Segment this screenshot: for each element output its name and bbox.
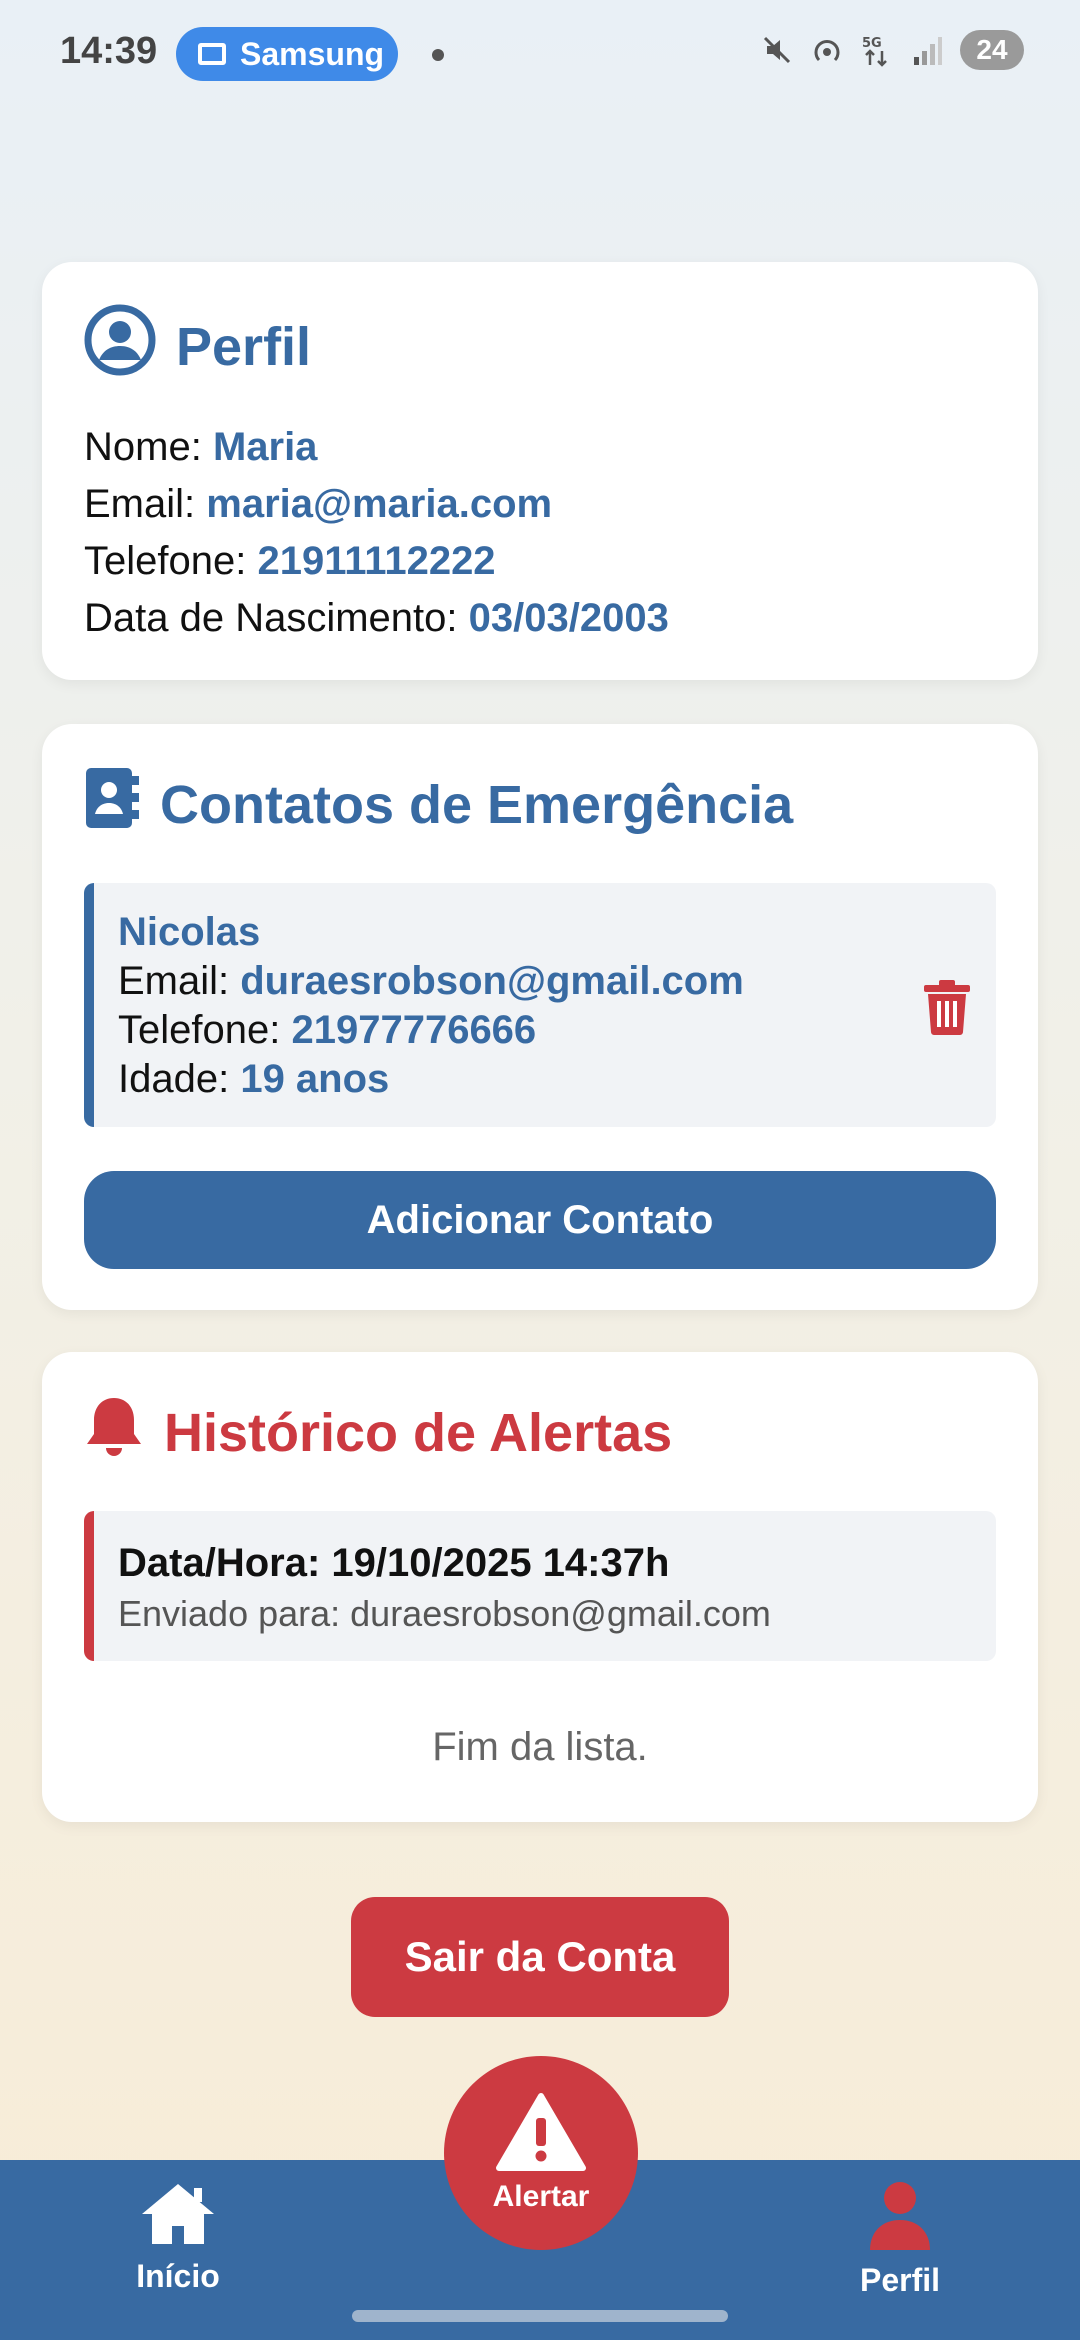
profile-email: maria@maria.com — [206, 482, 553, 526]
hotspot-icon — [810, 33, 844, 67]
nav-profile[interactable]: Perfil — [800, 2180, 1000, 2299]
logout-button[interactable]: Sair da Conta — [351, 1897, 729, 2017]
profile-name: Maria — [212, 425, 318, 469]
mute-icon — [760, 33, 794, 67]
profile-phone-label: Telefone: — [84, 539, 258, 583]
alert-list-item: Data/Hora: 19/10/2025 14:37h Enviado par… — [84, 1511, 996, 1661]
profile-card: Perfil Nome: Maria Email: maria@maria.co… — [42, 262, 1038, 680]
alerts-header: Histórico de Alertas — [84, 1394, 996, 1471]
home-indicator[interactable] — [352, 2310, 728, 2322]
home-icon — [142, 2184, 214, 2244]
alert-button-label: Alertar — [492, 2180, 590, 2213]
contact-age-row: Idade: 19 anos — [118, 1055, 996, 1104]
contact-age-label: Idade: — [118, 1057, 241, 1101]
contacts-header: Contatos de Emergência — [84, 766, 996, 843]
contact-email: duraesrobson@gmail.com — [240, 959, 744, 1003]
profile-birth-row: Data de Nascimento: 03/03/2003 — [84, 590, 996, 647]
alerts-history-card: Histórico de Alertas Data/Hora: 19/10/20… — [42, 1352, 1038, 1822]
contact-age: 19 anos — [240, 1057, 390, 1101]
screen-share-pill[interactable]: Samsung — [176, 27, 398, 81]
profile-title: Perfil — [176, 316, 312, 377]
user-circle-icon — [84, 304, 156, 389]
5g-icon: 5G — [860, 33, 894, 67]
status-icons: 5G 24 — [760, 30, 1024, 70]
contact-phone: 21977776666 — [291, 1008, 537, 1052]
monitor-icon — [198, 43, 226, 65]
add-contact-button[interactable]: Adicionar Contato — [84, 1171, 996, 1269]
status-time: 14:39 — [60, 30, 158, 72]
contact-list-item: Nicolas Email: duraesrobson@gmail.com Te… — [84, 883, 996, 1127]
end-of-list-text: Fim da lista. — [432, 1725, 648, 1769]
signal-icon — [910, 33, 944, 67]
alert-button[interactable]: Alertar — [444, 2056, 638, 2250]
battery-indicator: 24 — [960, 30, 1024, 70]
contact-email-label: Email: — [118, 959, 241, 1003]
alert-datetime: Data/Hora: 19/10/2025 14:37h — [118, 1541, 670, 1585]
emergency-contacts-card: Contatos de Emergência Nicolas Email: du… — [42, 724, 1038, 1310]
bell-icon — [84, 1394, 144, 1471]
contact-book-icon — [84, 766, 140, 843]
profile-birth-label: Data de Nascimento: — [84, 596, 469, 640]
profile-birth: 03/03/2003 — [468, 596, 669, 640]
nav-home[interactable]: Início — [78, 2180, 278, 2295]
nav-profile-label: Perfil — [859, 2262, 941, 2298]
profile-name-row: Nome: Maria — [84, 419, 996, 476]
warning-icon — [496, 2093, 586, 2171]
profile-phone: 21911112222 — [257, 539, 496, 583]
contact-phone-row: Telefone: 21977776666 — [118, 1006, 996, 1055]
alert-recipient: Enviado para: duraesrobson@gmail.com — [118, 1593, 771, 1634]
profile-header: Perfil — [84, 304, 996, 389]
contacts-title: Contatos de Emergência — [160, 774, 794, 835]
contact-phone-label: Telefone: — [118, 1008, 292, 1052]
user-icon — [870, 2182, 930, 2250]
screen-share-label: Samsung — [240, 35, 385, 72]
nav-home-label: Início — [136, 2258, 220, 2294]
profile-email-label: Email: — [84, 482, 207, 526]
status-bar: 14:39 Samsung 5G 24 — [0, 0, 1080, 110]
svg-text:5G: 5G — [862, 36, 882, 51]
contact-email-row: Email: duraesrobson@gmail.com — [118, 957, 996, 1006]
profile-email-row: Email: maria@maria.com — [84, 476, 996, 533]
delete-contact-button[interactable] — [922, 979, 978, 1039]
contact-name: Nicolas — [118, 910, 261, 954]
trash-icon — [924, 980, 970, 1035]
profile-phone-row: Telefone: 21911112222 — [84, 533, 996, 590]
alerts-title: Histórico de Alertas — [164, 1402, 673, 1463]
profile-name-label: Nome: — [84, 425, 213, 469]
notification-dot-icon — [432, 49, 444, 61]
